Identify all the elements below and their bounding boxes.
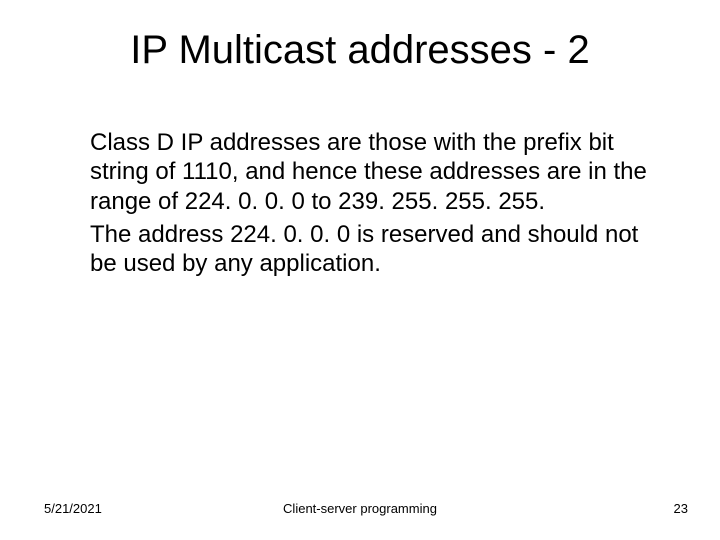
slide-body: Class D IP addresses are those with the … bbox=[90, 128, 650, 282]
slide-title: IP Multicast addresses - 2 bbox=[0, 28, 720, 73]
slide: IP Multicast addresses - 2 Class D IP ad… bbox=[0, 0, 720, 540]
paragraph: Class D IP addresses are those with the … bbox=[90, 128, 650, 216]
footer-center: Client-server programming bbox=[0, 501, 720, 516]
paragraph: The address 224. 0. 0. 0 is reserved and… bbox=[90, 220, 650, 279]
footer-page-number: 23 bbox=[674, 501, 688, 516]
